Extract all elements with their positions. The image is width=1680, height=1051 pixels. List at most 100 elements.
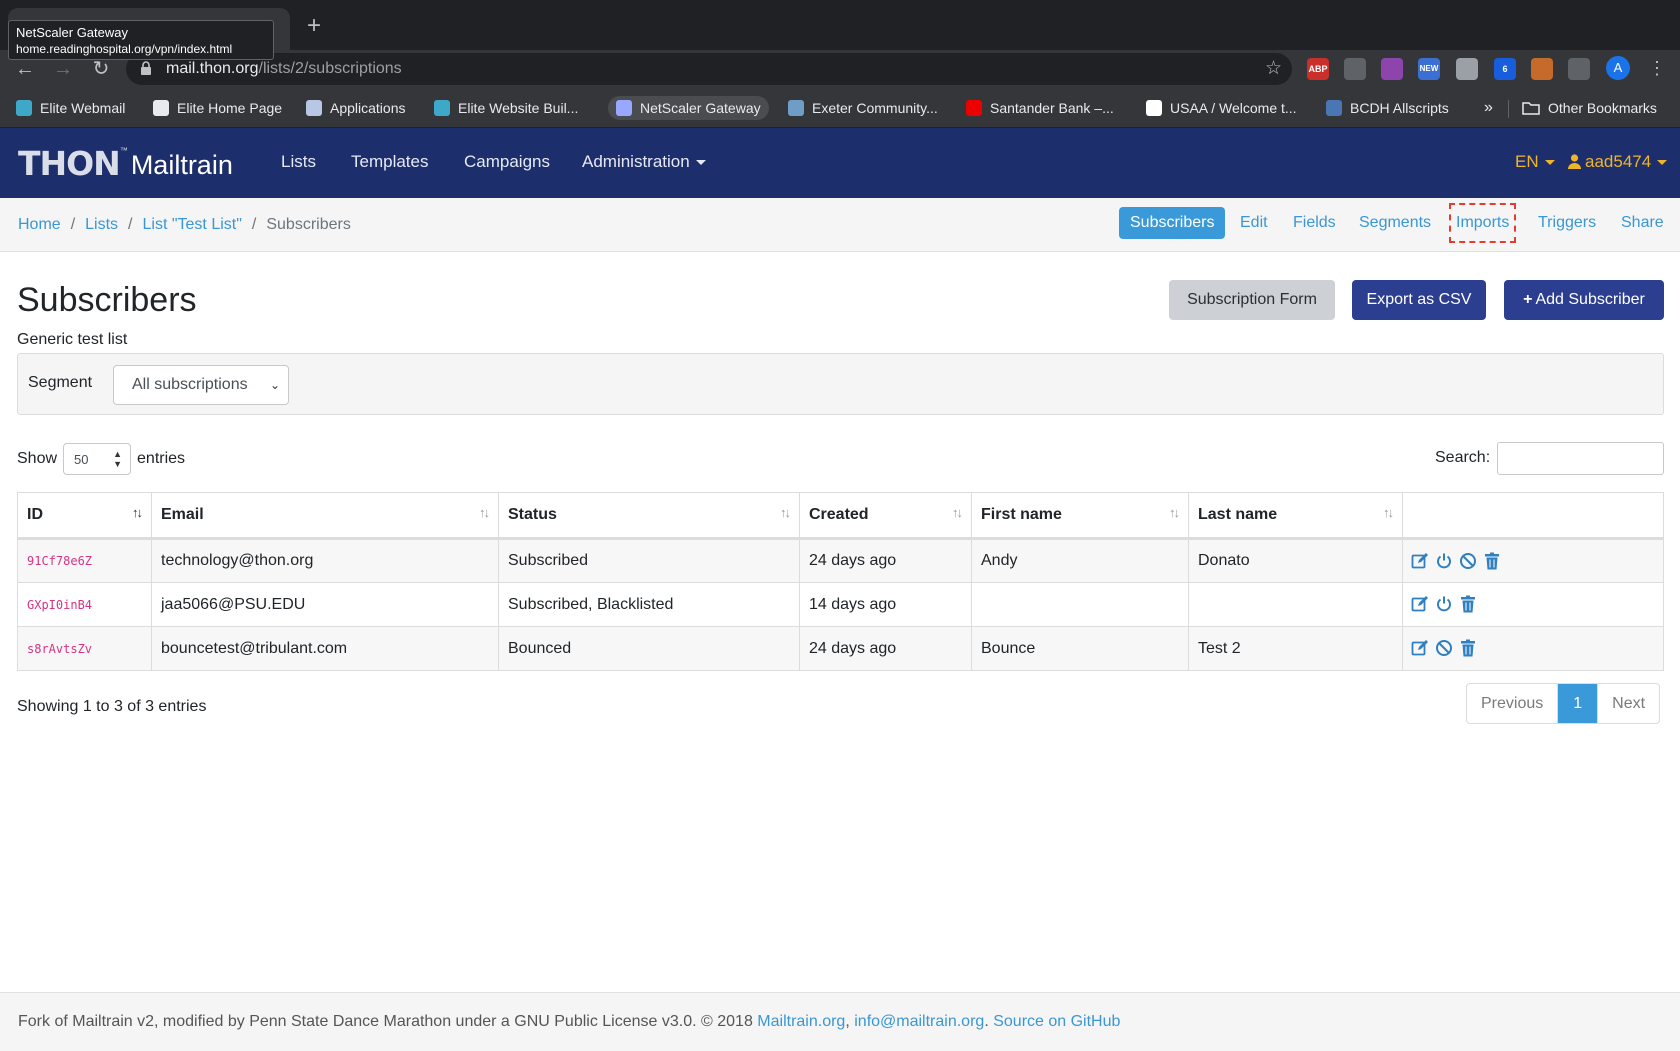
page-length-select[interactable]: 50 ▲ ▼ — [63, 443, 132, 475]
bookmark-item[interactable]: Elite Webmail — [16, 96, 125, 120]
footer-separator: , — [845, 1013, 850, 1030]
favicon-icon — [153, 100, 169, 116]
bitwarden-icon[interactable]: 6 — [1494, 58, 1516, 80]
edit-icon[interactable] — [1411, 595, 1429, 613]
add-subscriber-button[interactable]: + Add Subscriber — [1504, 280, 1664, 320]
edit-icon[interactable] — [1411, 639, 1429, 657]
tab-triggers[interactable]: Triggers — [1527, 207, 1607, 239]
breadcrumb-home[interactable]: Home — [18, 215, 61, 235]
basketball-extension-icon[interactable] — [1531, 58, 1553, 80]
office-icon[interactable] — [1344, 58, 1366, 80]
ban-icon[interactable] — [1435, 639, 1453, 657]
sort-icon: ↑↓ — [1169, 505, 1180, 520]
new-tab-icon[interactable]: + — [302, 14, 326, 38]
browser-menu-icon[interactable]: ⋮ — [1648, 56, 1666, 80]
bookmark-label: NetScaler Gateway — [640, 100, 761, 116]
show-label: Show — [17, 450, 58, 467]
profile-avatar[interactable]: A — [1606, 56, 1630, 80]
trash-icon[interactable] — [1459, 639, 1477, 657]
segment-label: Segment — [28, 374, 93, 391]
subscribers-table: ID ↑↓ Email ↑↓ Status ↑↓ Created ↑↓ First na… — [17, 492, 1664, 671]
search-input[interactable] — [1497, 442, 1664, 475]
trash-icon[interactable] — [1483, 552, 1501, 570]
chevron-down-icon — [695, 160, 706, 166]
color-wheel-icon[interactable] — [1381, 58, 1403, 80]
footer-link-email[interactable]: info@mailtrain.org — [854, 1013, 984, 1030]
favicon-icon — [1326, 100, 1342, 116]
bookmark-item[interactable]: Applications — [306, 96, 406, 120]
globe-extension-icon[interactable] — [1456, 58, 1478, 80]
pagination-previous[interactable]: Previous — [1467, 684, 1559, 723]
bookmark-item[interactable]: Exeter Community... — [788, 96, 938, 120]
breadcrumb-list[interactable]: List "Test List" — [143, 215, 242, 235]
power-icon[interactable] — [1435, 552, 1453, 570]
cell-id: 91Cf78e6Z — [17, 538, 152, 583]
bookmark-item[interactable]: BCDH Allscripts — [1326, 96, 1449, 120]
trash-icon[interactable] — [1459, 595, 1477, 613]
tab-subscribers[interactable]: Subscribers — [1119, 207, 1226, 239]
favicon-icon — [788, 100, 804, 116]
breadcrumb: Home / Lists / List "Test List" / Subscr… — [18, 215, 351, 235]
cell-actions — [1402, 626, 1664, 671]
subscription-form-button[interactable]: Subscription Form — [1169, 280, 1335, 320]
tab-imports[interactable]: Imports — [1449, 203, 1517, 243]
cell-actions — [1402, 538, 1664, 583]
column-created-label: Created — [809, 506, 869, 523]
nav-campaigns[interactable]: Campaigns — [464, 152, 550, 172]
ban-icon[interactable] — [1459, 552, 1477, 570]
table-body: 91Cf78e6Z technology@thon.org Subscribed 24… — [17, 538, 1664, 671]
new-extension-icon[interactable]: NEW — [1418, 58, 1440, 80]
bookmark-label: Elite Website Buil... — [458, 100, 579, 116]
chevron-down-icon — [1657, 160, 1668, 166]
footer-link-mailtrain[interactable]: Mailtrain.org — [757, 1013, 845, 1030]
mailtrain-logo[interactable]: THON ™ Mailtrain — [18, 142, 233, 182]
entries-label: entries — [137, 450, 186, 467]
language-dropdown[interactable]: EN — [1515, 152, 1555, 172]
column-last-name[interactable]: Last name ↑↓ — [1188, 492, 1403, 540]
nav-templates[interactable]: Templates — [351, 152, 428, 172]
cell-actions — [1402, 582, 1664, 627]
bookmarks-bar: Elite Webmail Elite Home Page Applications… — [0, 88, 1680, 128]
column-status[interactable]: Status ↑↓ — [498, 492, 800, 540]
nav-administration-label: Administration — [582, 152, 690, 171]
export-csv-button[interactable]: Export as CSV — [1352, 280, 1486, 320]
other-bookmarks[interactable]: Other Bookmarks — [1522, 96, 1657, 120]
column-id[interactable]: ID ↑↓ — [17, 492, 152, 540]
pagination-next[interactable]: Next — [1598, 684, 1659, 723]
cell-status: Subscribed, Blacklisted — [498, 582, 800, 627]
adblock-plus-icon[interactable]: ABP — [1307, 58, 1329, 80]
user-dropdown[interactable]: aad5474 — [1568, 152, 1668, 172]
bookmark-star-icon[interactable]: ☆ — [1265, 58, 1282, 80]
bookmarks-overflow[interactable]: » — [1484, 96, 1493, 120]
bookmark-item[interactable]: USAA / Welcome t... — [1146, 96, 1297, 120]
bookmark-item[interactable]: Elite Home Page — [153, 96, 282, 120]
tab-fields[interactable]: Fields — [1282, 207, 1347, 239]
cell-status: Bounced — [498, 626, 800, 671]
column-created[interactable]: Created ↑↓ — [799, 492, 972, 540]
tooltip-url: home.readinghospital.org/vpn/index.html — [16, 42, 233, 56]
column-first-name[interactable]: First name ↑↓ — [971, 492, 1189, 540]
nav-lists[interactable]: Lists — [281, 152, 316, 172]
bookmark-item[interactable]: Santander Bank –... — [966, 96, 1114, 120]
chevron-down-icon: ⌄ — [269, 378, 280, 392]
tab-segments[interactable]: Segments — [1348, 207, 1442, 239]
page-subtitle: Generic test list — [17, 331, 128, 348]
column-email[interactable]: Email ↑↓ — [151, 492, 499, 540]
bookmark-item[interactable]: NetScaler Gateway — [608, 96, 769, 120]
bookmark-label: Santander Bank –... — [990, 100, 1114, 116]
address-bar[interactable]: mail.thon.org/lists/2/subscriptions ☆ — [126, 53, 1292, 85]
bookmark-item[interactable]: Elite Website Buil... — [434, 96, 578, 120]
segment-filter: Segment All subscriptions ⌄ — [17, 353, 1664, 415]
sort-icon: ↑↓ — [479, 505, 490, 520]
segment-select[interactable]: All subscriptions ⌄ — [113, 365, 289, 405]
tab-share[interactable]: Share — [1610, 207, 1675, 239]
edit-icon[interactable] — [1411, 552, 1429, 570]
power-icon[interactable] — [1435, 595, 1453, 613]
pagination-page-1[interactable]: 1 — [1558, 684, 1599, 723]
tab-edit[interactable]: Edit — [1229, 207, 1279, 239]
cell-first-name: Andy — [971, 538, 1189, 583]
footer-link-github[interactable]: Source on GitHub — [993, 1013, 1120, 1030]
puzzle-extension-icon[interactable] — [1568, 58, 1590, 80]
nav-administration[interactable]: Administration — [582, 152, 706, 172]
breadcrumb-lists[interactable]: Lists — [85, 215, 118, 235]
